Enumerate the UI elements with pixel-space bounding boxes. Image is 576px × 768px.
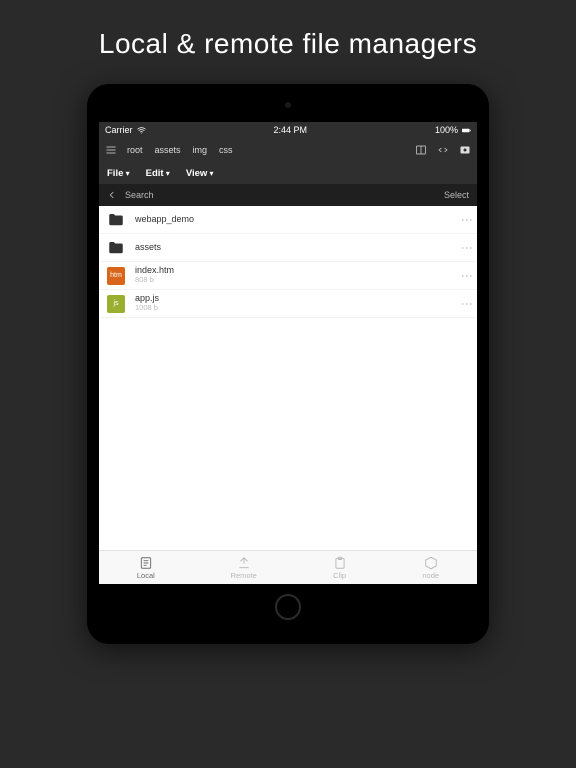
hamburger-icon[interactable] bbox=[105, 144, 117, 156]
crumb-root[interactable]: root bbox=[127, 145, 143, 155]
tab-remote[interactable]: Remote bbox=[231, 556, 257, 580]
device-camera bbox=[285, 102, 291, 108]
carrier-label: Carrier bbox=[105, 125, 133, 135]
list-item[interactable]: htm index.htm 808 b ⋮ bbox=[99, 262, 477, 290]
code-icon[interactable] bbox=[437, 144, 449, 156]
file-list: webapp_demo ⋮ assets ⋮ htm index.htm 808… bbox=[99, 206, 477, 550]
home-button[interactable] bbox=[275, 594, 301, 620]
breadcrumb: root assets img css bbox=[127, 145, 415, 155]
top-navbar: root assets img css bbox=[99, 138, 477, 162]
local-icon bbox=[139, 556, 153, 570]
back-icon[interactable] bbox=[107, 190, 117, 200]
file-name: app.js bbox=[135, 294, 464, 304]
tab-label: Local bbox=[137, 571, 155, 580]
menu-bar: File Edit View bbox=[99, 162, 477, 184]
tab-label: node bbox=[422, 571, 439, 580]
menu-file[interactable]: File bbox=[107, 168, 130, 179]
app-screen: Carrier 2:44 PM 100% root assets img css bbox=[99, 122, 477, 584]
crumb-img[interactable]: img bbox=[193, 145, 208, 155]
battery-icon bbox=[462, 126, 471, 135]
preview-icon[interactable] bbox=[459, 144, 471, 156]
menu-edit[interactable]: Edit bbox=[146, 168, 170, 179]
more-icon[interactable]: ⋮ bbox=[464, 298, 469, 310]
clock-label: 2:44 PM bbox=[273, 125, 307, 135]
file-name: assets bbox=[135, 243, 464, 253]
page-headline: Local & remote file managers bbox=[99, 28, 477, 60]
search-row: Search Select bbox=[99, 184, 477, 206]
menu-view[interactable]: View bbox=[186, 168, 214, 179]
tab-clip[interactable]: Clip bbox=[333, 556, 347, 580]
file-name: webapp_demo bbox=[135, 215, 464, 225]
tab-node[interactable]: node bbox=[422, 556, 439, 580]
remote-icon bbox=[237, 556, 251, 570]
node-icon bbox=[424, 556, 438, 570]
crumb-css[interactable]: css bbox=[219, 145, 233, 155]
tab-local[interactable]: Local bbox=[137, 556, 155, 580]
tab-bar: Local Remote Clip node bbox=[99, 550, 477, 584]
clip-icon bbox=[333, 556, 347, 570]
file-name: index.htm bbox=[135, 266, 464, 276]
search-input[interactable]: Search bbox=[125, 190, 154, 200]
more-icon[interactable]: ⋮ bbox=[464, 270, 469, 282]
tab-label: Remote bbox=[231, 571, 257, 580]
more-icon[interactable]: ⋮ bbox=[464, 242, 469, 254]
file-size: 1008 b bbox=[135, 304, 464, 312]
js-file-icon: js bbox=[107, 295, 125, 313]
folder-icon bbox=[107, 239, 125, 257]
device-frame: Carrier 2:44 PM 100% root assets img css bbox=[87, 84, 489, 644]
columns-icon[interactable] bbox=[415, 144, 427, 156]
list-item[interactable]: webapp_demo ⋮ bbox=[99, 206, 477, 234]
status-bar: Carrier 2:44 PM 100% bbox=[99, 122, 477, 138]
battery-label: 100% bbox=[435, 125, 458, 135]
list-item[interactable]: js app.js 1008 b ⋮ bbox=[99, 290, 477, 318]
tab-label: Clip bbox=[333, 571, 346, 580]
crumb-assets[interactable]: assets bbox=[155, 145, 181, 155]
more-icon[interactable]: ⋮ bbox=[464, 214, 469, 226]
list-item[interactable]: assets ⋮ bbox=[99, 234, 477, 262]
select-button[interactable]: Select bbox=[444, 190, 469, 200]
file-size: 808 b bbox=[135, 276, 464, 284]
wifi-icon bbox=[137, 126, 146, 135]
folder-icon bbox=[107, 211, 125, 229]
htm-file-icon: htm bbox=[107, 267, 125, 285]
